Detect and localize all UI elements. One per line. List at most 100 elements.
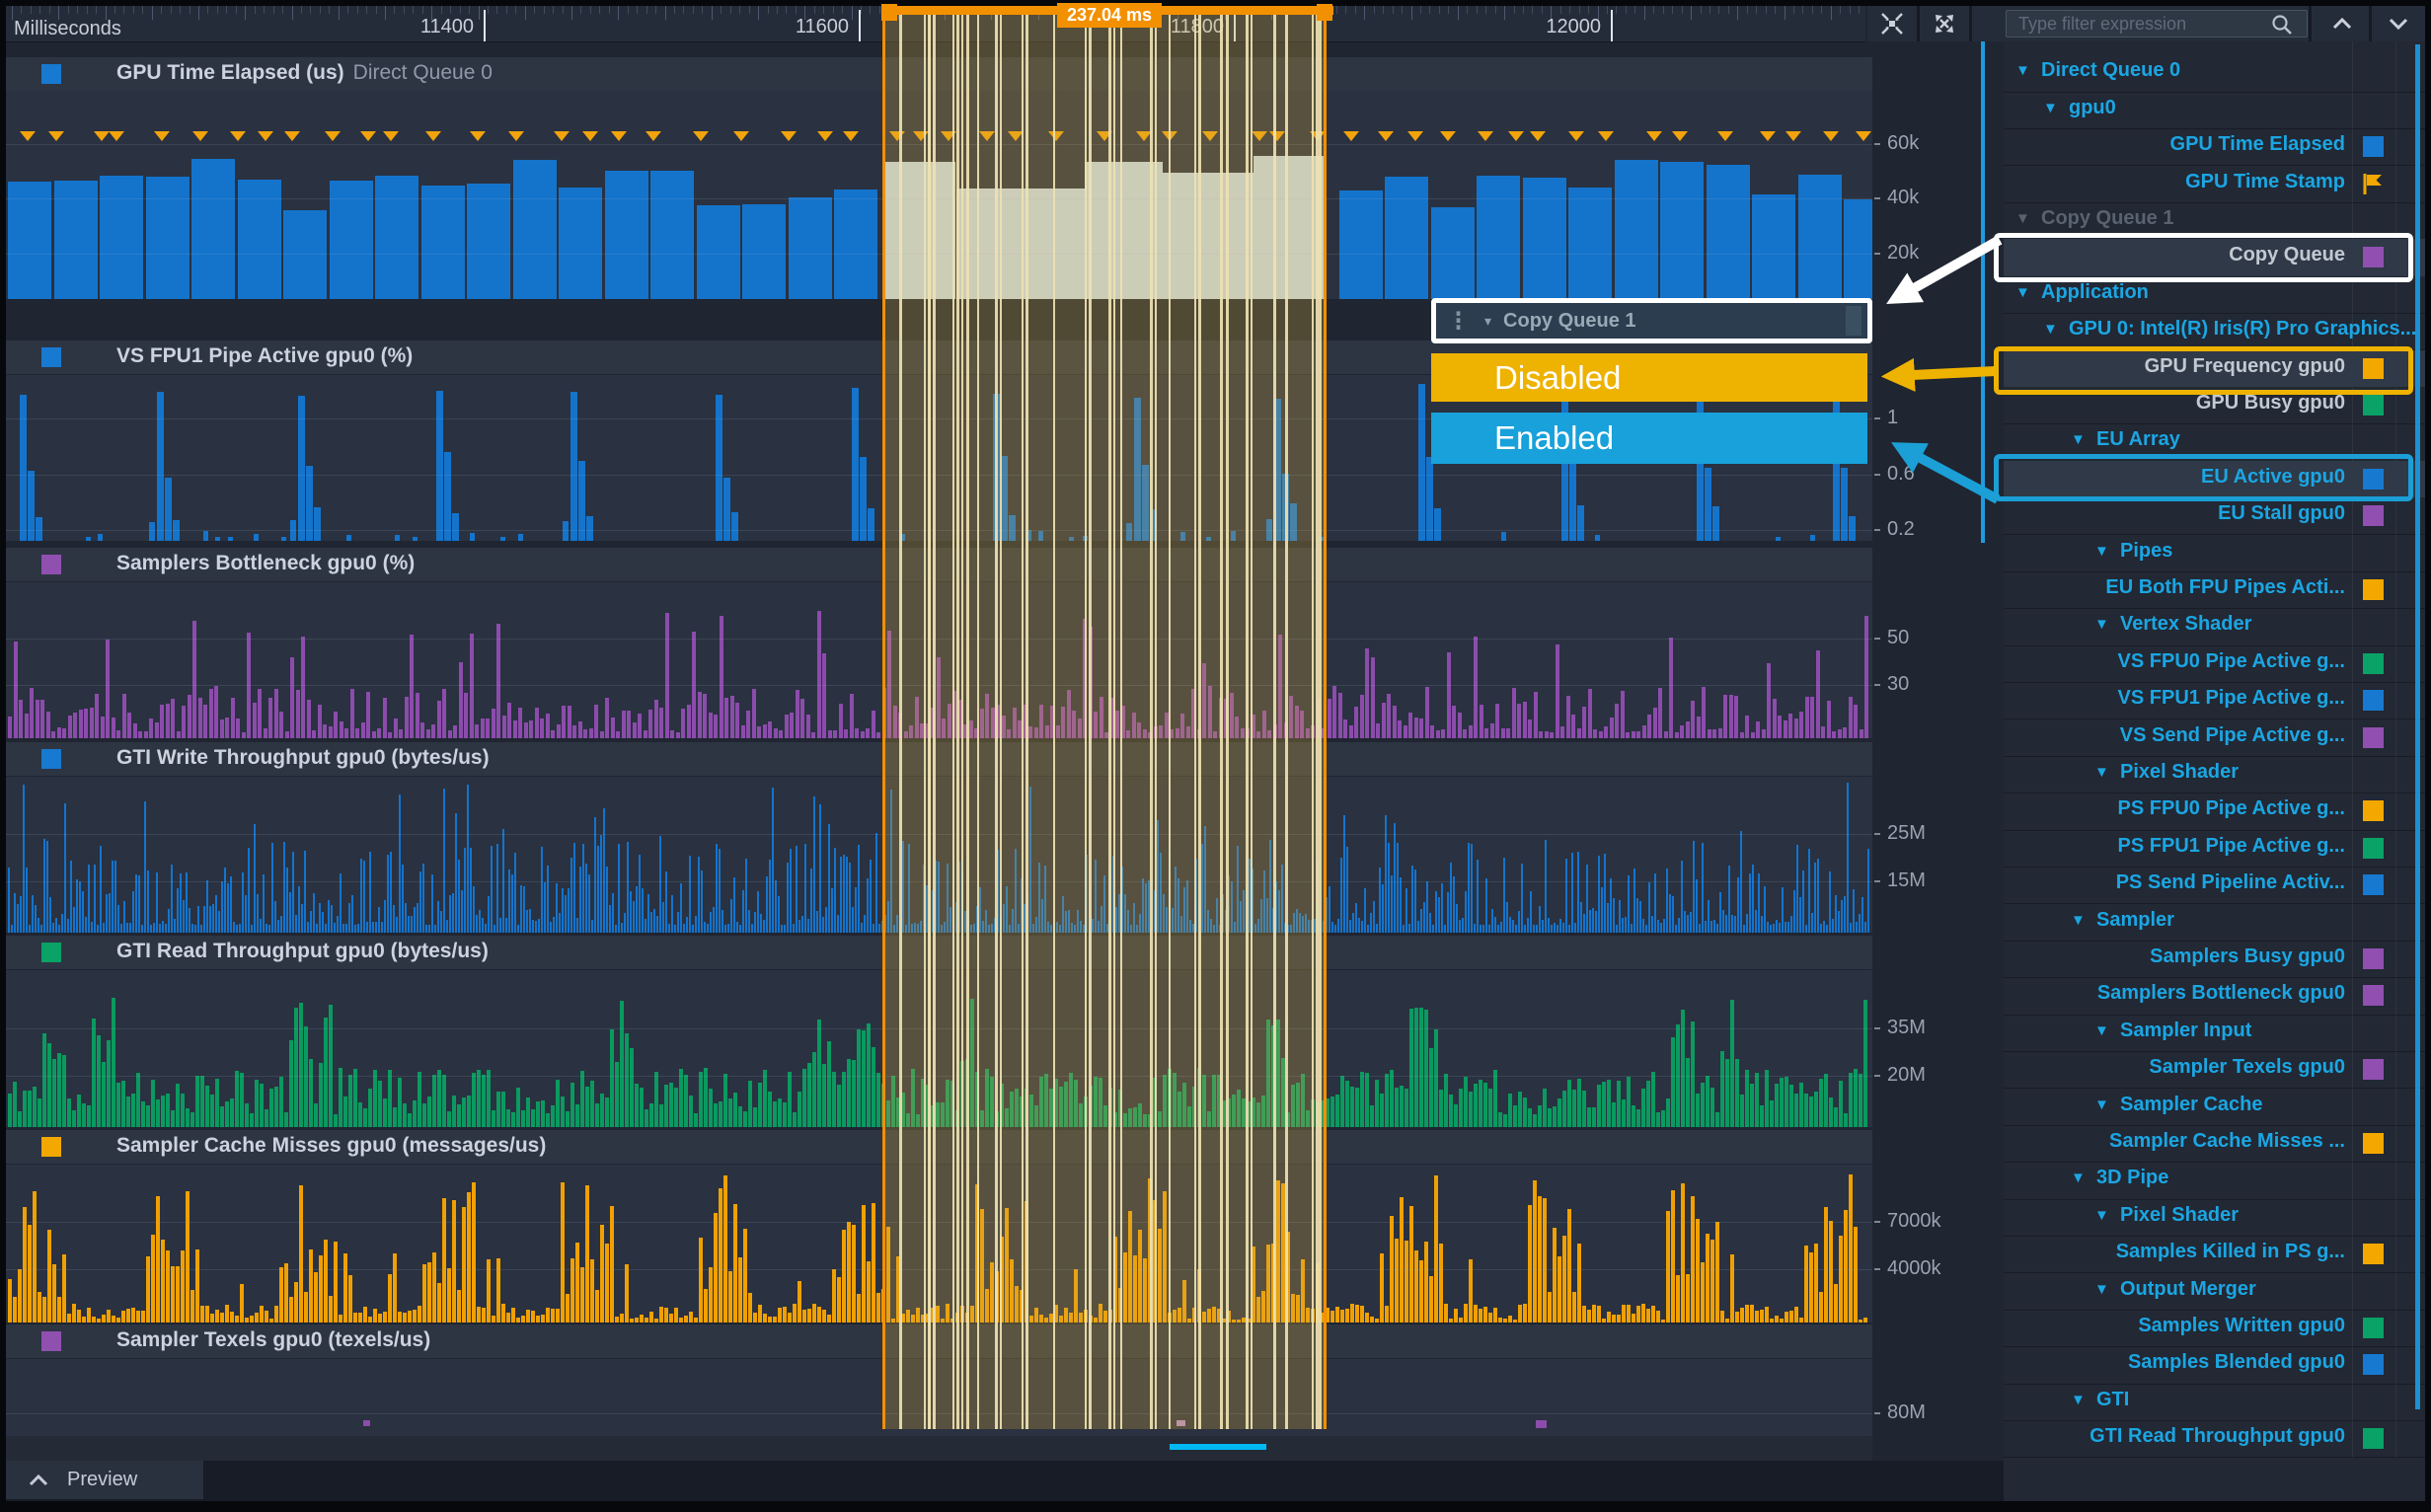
selection-left-handle[interactable] [881,4,897,21]
tree-collapse-icon[interactable]: ▼ [2043,321,2058,338]
horizontal-scrollbar-thumb[interactable] [1170,1444,1266,1450]
highlight-eu-active [1994,454,2413,501]
tree-collapse-icon[interactable]: ▼ [2071,431,2086,448]
tree-collapse-icon[interactable]: ▼ [2015,210,2030,227]
metric-row-gti-read-throughput-gpu0[interactable]: GTI Read Throughput gpu0 [2004,1420,2425,1458]
metric-row-samples-blended-gpu0[interactable]: Samples Blended gpu0 [2004,1346,2425,1384]
metric-row-sampler-cache-misses[interactable]: Sampler Cache Misses ... [2004,1125,2425,1163]
metric-row-ps-fpu0-pipe-active-g[interactable]: PS FPU0 Pipe Active g... [2004,793,2425,830]
metric-color-swatch[interactable] [2363,653,2384,674]
metric-color-swatch[interactable] [2363,985,2384,1006]
metric-color-swatch[interactable] [2363,800,2384,821]
tree-collapse-icon[interactable]: ▼ [2094,1022,2109,1039]
scroll-up-button[interactable] [2315,6,2369,41]
tree-collapse-icon[interactable]: ▼ [2094,1096,2109,1113]
tree-collapse-icon[interactable]: ▼ [2094,543,2109,560]
metric-row-gpu-0-intel-r-iris-r-pro-graphics[interactable]: ▼GPU 0: Intel(R) Iris(R) Pro Graphics... [2004,313,2425,350]
metric-row-vs-fpu0-pipe-active-g[interactable]: VS FPU0 Pipe Active g... [2004,645,2425,683]
metric-row-samplers-bottleneck-gpu0[interactable]: Samplers Bottleneck gpu0 [2004,977,2425,1015]
selection-left-edge[interactable] [882,6,885,1429]
preview-toggle[interactable]: Preview [6,1461,203,1499]
metric-row-pixel-shader[interactable]: ▼Pixel Shader [2004,1199,2425,1237]
group-label: 3D Pipe [2096,1167,2168,1189]
metric-row-samplers-busy-gpu0[interactable]: Samplers Busy gpu0 [2004,941,2425,978]
tree-collapse-icon[interactable]: ▼ [2071,1170,2086,1186]
metric-color-swatch[interactable] [2363,395,2384,416]
metric-color-swatch[interactable] [2363,1318,2384,1338]
tree-collapse-icon[interactable]: ▼ [2043,100,2058,116]
toolbar-separator [1969,6,1972,41]
metric-row-gti[interactable]: ▼GTI [2004,1384,2425,1421]
enabled-button[interactable]: Enabled [1431,413,1867,464]
metric-color-swatch[interactable] [2363,1244,2384,1264]
vertical-scrollbar-thumb[interactable] [1981,41,1985,543]
tree-collapse-icon[interactable]: ▼ [2094,764,2109,781]
metric-row-pixel-shader[interactable]: ▼Pixel Shader [2004,756,2425,794]
metric-row-eu-stall-gpu0[interactable]: EU Stall gpu0 [2004,497,2425,535]
chart-bottom-strip [6,1436,1872,1461]
collapse-all-button[interactable] [1867,6,1917,41]
metric-row-eu-both-fpu-pipes-acti[interactable]: EU Both FPU Pipes Acti... [2004,571,2425,609]
time-selection-region[interactable] [883,6,1326,1429]
metric-row-ps-fpu1-pipe-active-g[interactable]: PS FPU1 Pipe Active g... [2004,830,2425,868]
metric-row-sampler[interactable]: ▼Sampler [2004,904,2425,942]
metric-color-swatch[interactable] [2363,948,2384,969]
axis-tick-label: 20M [1887,1064,1926,1087]
disabled-button[interactable]: Disabled [1431,353,1867,402]
filter-input[interactable] [2006,10,2308,38]
tree-collapse-icon[interactable]: ▼ [2094,616,2109,633]
drag-handle-icon[interactable]: ⋮ [1448,309,1469,333]
selection-right-edge[interactable] [1324,6,1327,1429]
metric-color-swatch[interactable] [2363,579,2384,600]
selection-right-handle[interactable] [1317,4,1332,21]
tree-collapse-icon[interactable]: ▼ [2071,912,2086,929]
metric-row-vs-send-pipe-active-g[interactable]: VS Send Pipe Active g... [2004,719,2425,757]
metric-row-gpu-time-elapsed[interactable]: GPU Time Elapsed [2004,128,2425,166]
metric-color-swatch[interactable] [2363,1133,2384,1154]
metric-color-swatch[interactable] [2363,874,2384,895]
metric-color-swatch[interactable] [2363,690,2384,711]
tree-collapse-icon[interactable]: ▼ [2094,1281,2109,1298]
scroll-down-button[interactable] [2372,6,2425,41]
metric-row-samples-killed-in-ps-g[interactable]: Samples Killed in PS g... [2004,1236,2425,1273]
gpu-time-stamp-marker [1407,131,1423,141]
metric-row-gpu0[interactable]: ▼gpu0 [2004,92,2425,129]
search-icon[interactable] [2270,13,2294,41]
metric-row-sampler-texels-gpu0[interactable]: Sampler Texels gpu0 [2004,1051,2425,1089]
axis-tick-label: 20k [1887,242,1919,265]
metric-row-vs-fpu1-pipe-active-g[interactable]: VS FPU1 Pipe Active g... [2004,682,2425,719]
metric-row-direct-queue-0[interactable]: ▼Direct Queue 0 [2004,54,2425,92]
metric-row-vertex-shader[interactable]: ▼Vertex Shader [2004,608,2425,645]
metric-row-3d-pipe[interactable]: ▼ 3D Pipe [2004,1162,2425,1199]
metric-color-swatch[interactable] [2363,727,2384,748]
track-title-suffix: Direct Queue 0 [353,61,493,84]
metric-color-swatch[interactable] [2363,838,2384,859]
tree-collapse-icon[interactable]: ▼ [2015,284,2030,301]
chevron-down-icon[interactable]: ▾ [1484,313,1491,330]
metric-row-gpu-time-stamp[interactable]: GPU Time Stamp [2004,166,2425,203]
ruler-unit-label: Milliseconds [14,18,121,40]
tree-collapse-icon[interactable]: ▼ [2094,1207,2109,1224]
metric-row-pipes[interactable]: ▼Pipes [2004,535,2425,572]
metric-color-swatch[interactable] [2363,1428,2384,1449]
metric-row-ps-send-pipeline-activ[interactable]: PS Send Pipeline Activ... [2004,867,2425,904]
metric-row-output-merger[interactable]: ▼Output Merger [2004,1273,2425,1311]
metric-row-samples-written-gpu0[interactable]: Samples Written gpu0 [2004,1310,2425,1347]
metric-label: GPU Busy gpu0 [2043,392,2345,415]
tree-collapse-icon[interactable]: ▼ [2015,62,2030,79]
gpu-time-stamp-marker [1823,131,1839,141]
metric-row-sampler-input[interactable]: ▼Sampler Input [2004,1015,2425,1052]
copy-queue-track-header[interactable]: ⋮ ▾ Copy Queue 1 [1431,298,1872,343]
metric-row-sampler-cache[interactable]: ▼Sampler Cache [2004,1089,2425,1126]
expand-all-button[interactable] [1920,6,1969,41]
gpu-time-stamp-marker [425,131,441,141]
group-label: Copy Queue 1 [2041,207,2173,230]
sidebar-scrollbar-thumb[interactable] [2415,44,2420,1409]
tree-collapse-icon[interactable]: ▼ [2071,1392,2086,1408]
metric-color-swatch[interactable] [2363,1059,2384,1080]
metric-color-swatch[interactable] [2363,505,2384,526]
metric-color-swatch[interactable] [2363,1354,2384,1375]
metric-color-swatch[interactable] [2363,136,2384,157]
selection-duration-badge[interactable]: 237.04 ms [1057,3,1162,28]
flag-icon[interactable] [2361,172,2385,201]
